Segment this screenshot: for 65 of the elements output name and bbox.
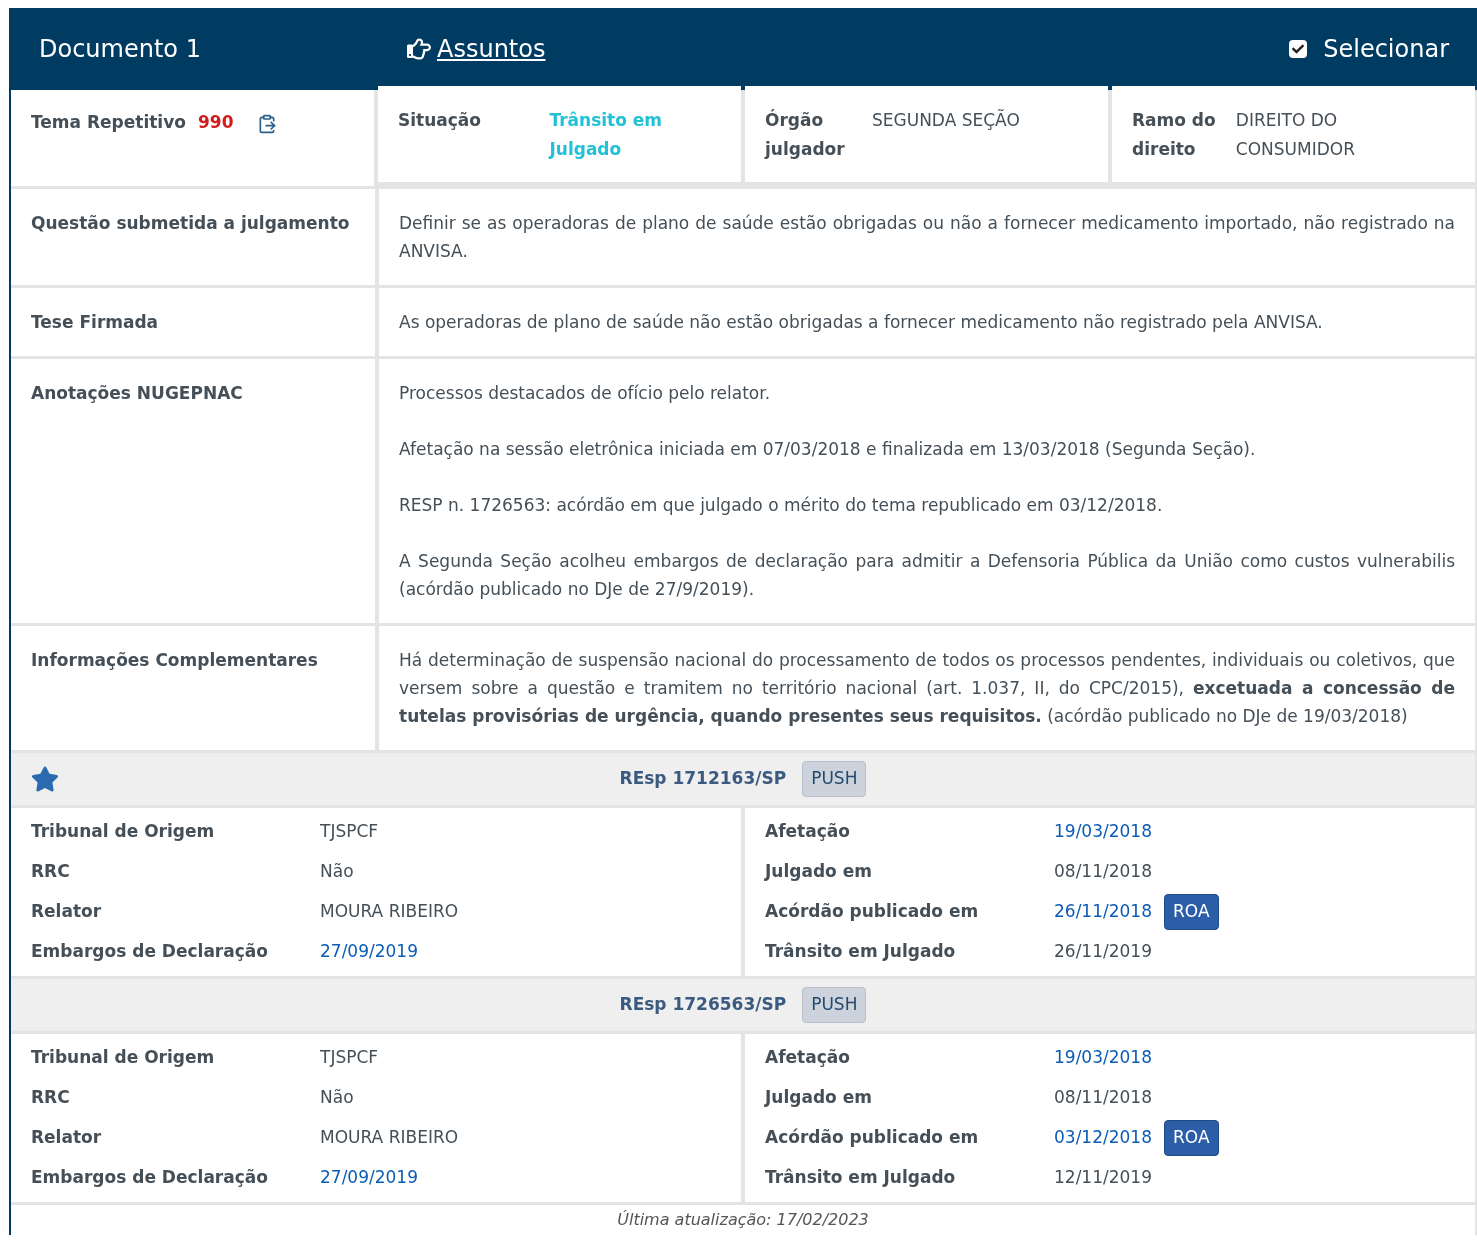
section-text: Há determinação de suspensão nacional do processamento de todos os processos pendentes, individuais ou coletivos, que versem sobre a questão e tramitem no território nacional (art. 1.037, II, do CPC/2015), excetuada a concessão de tutelas provisórias de urgência, quando presentes seus requisitos. (acórdão publicado no DJe de 19/03/2018) [399,649,1455,728]
theme-number: 990 [197,111,234,134]
field-label: Tema Repetitivo [31,111,186,134]
section-text: A Segunda Seção acolheu embargos de declaração para admitir a Defensoria Pública da União como custos vulnerabilis (acórdão publicado no DJe de 27/9/2019). [399,550,1455,601]
document-title: Documento 1 [39,34,202,65]
section-label: Informações Complementares [31,650,318,670]
section-label: Anotações NUGEPNAC [31,383,243,403]
star-icon[interactable] [31,765,59,793]
field-label: RRC [31,1086,71,1110]
section-text: As operadoras de plano de saúde não estão obrigadas a fornecer medicamento não registrado pela ANVISA. [399,311,1324,334]
clipboard-icon[interactable] [257,114,278,134]
field-value: 08/11/2018 [1054,860,1152,884]
field-label: Afetação [765,1046,851,1070]
field-label: Ramo do direito [1132,109,1217,161]
field-label: RRC [31,860,71,884]
section-text: RESP n. 1726563: acórdão em que julgado o mérito do tema republicado em 03/12/2018. [399,494,1164,517]
field-label: Tribunal de Origem [31,820,216,844]
field-label: Acórdão publicado em [765,1126,980,1150]
field-label: Embargos de Declaração [31,940,269,964]
field-value: 08/11/2018 [1054,1086,1152,1110]
roa-button[interactable]: ROA [1164,894,1219,930]
field-value: 12/11/2019 [1054,1166,1152,1190]
field-label: Embargos de Declaração [31,1166,269,1190]
date-link[interactable]: 19/03/2018 [1054,819,1152,845]
field-value: Não [320,1086,354,1110]
field-value: SEGUNDA SEÇÃO [872,108,1020,132]
field-label: Situação [398,109,482,132]
subjects-link[interactable]: Assuntos [437,31,546,67]
push-button[interactable]: PUSH [802,987,867,1023]
process-title[interactable]: REsp 1726563/SP [619,992,787,1018]
last-update-text: Última atualização: 17/02/2023 [617,1209,869,1231]
field-value: MOURA RIBEIRO [320,900,459,924]
select-label: Selecionar [1323,34,1449,65]
field-label: Trânsito em Julgado [765,1166,957,1190]
date-link[interactable]: 27/09/2019 [320,939,418,965]
field-label: Trânsito em Julgado [765,940,957,964]
field-label: Tribunal de Origem [31,1046,216,1070]
field-value: MOURA RIBEIRO [320,1126,459,1150]
field-value: 26/11/2019 [1054,940,1152,964]
field-value: TJSPCF [320,820,379,844]
section-text: Afetação na sessão eletrônica iniciada em 07/03/2018 e finalizada em 13/03/2018 (Segunda Seção). [399,438,1257,461]
roa-button[interactable]: ROA [1164,1120,1219,1156]
field-label: Afetação [765,820,851,844]
process-title[interactable]: REsp 1712163/SP [619,766,787,792]
field-label: Acórdão publicado em [765,900,980,924]
push-button[interactable]: PUSH [802,761,867,797]
section-text: Processos destacados de ofício pelo relator. [399,382,772,405]
date-link[interactable]: 26/11/2018 [1054,899,1152,925]
date-link[interactable]: 19/03/2018 [1054,1045,1152,1071]
field-value: DIREITO DO CONSUMIDOR [1235,109,1356,161]
pointing-hand-icon [405,37,433,61]
date-link[interactable]: 03/12/2018 [1054,1125,1152,1151]
section-label: Questão submetida a julgamento [31,213,350,233]
select-checkbox[interactable] [1289,40,1308,58]
section-label: Tese Firmada [31,312,159,332]
field-label: Julgado em [765,1086,873,1110]
field-label: Julgado em [765,860,873,884]
date-link[interactable]: 27/09/2019 [320,1165,418,1191]
status-value: Trânsito em Julgado [549,109,664,161]
field-label: Relator [31,900,103,924]
field-label: Relator [31,1126,103,1150]
field-value: TJSPCF [320,1046,379,1070]
field-label: Órgão julgador [765,108,846,161]
section-text: Definir se as operadoras de plano de saúde estão obrigadas ou não a fornecer medicamento importado, não registrado na ANVISA. [399,212,1455,263]
field-value: Não [320,860,354,884]
